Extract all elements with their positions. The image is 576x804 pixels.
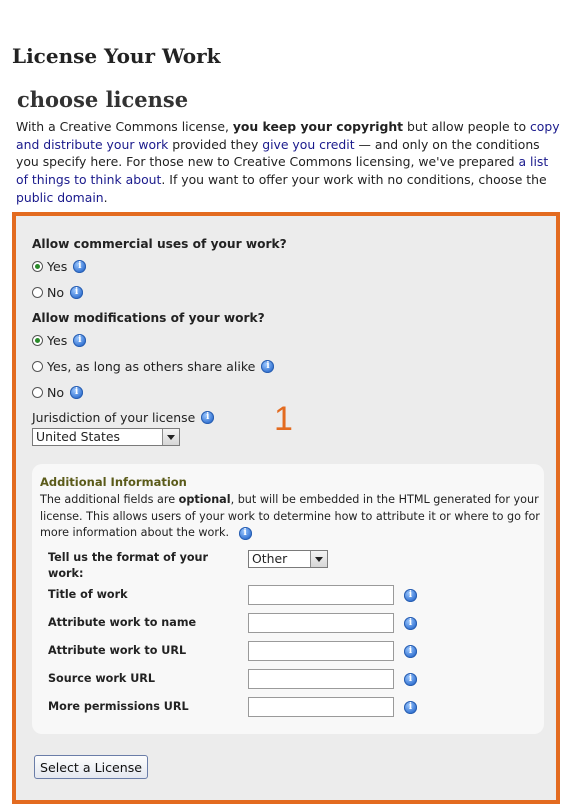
additional-information-title: Additional Information xyxy=(40,475,187,489)
info-icon[interactable]: i xyxy=(404,589,417,602)
format-select[interactable]: Other xyxy=(248,550,328,568)
page-title: License Your Work xyxy=(12,44,221,68)
more-permissions-url-input[interactable] xyxy=(248,697,394,717)
info-icon[interactable]: i xyxy=(404,617,417,630)
source-work-url-input[interactable] xyxy=(248,669,394,689)
jurisdiction-label-row: Jurisdiction of your license i xyxy=(32,408,215,426)
modifications-share-alike-radio[interactable] xyxy=(32,360,43,372)
license-chooser-panel: Allow commercial uses of your work? Yes … xyxy=(12,212,560,804)
info-icon[interactable]: i xyxy=(73,259,87,273)
more-permissions-url-label: More permissions URL xyxy=(48,700,189,713)
intro-text: but allow people to xyxy=(403,119,530,134)
info-icon[interactable]: i xyxy=(404,673,417,686)
modifications-yes-radio[interactable] xyxy=(32,334,43,346)
title-of-work-label: Title of work xyxy=(48,588,128,601)
public-domain-link[interactable]: public domain xyxy=(16,190,104,205)
additional-information-description: The additional fields are optional, but … xyxy=(40,492,540,542)
attribute-name-label: Attribute work to name xyxy=(48,616,197,629)
modifications-share-alike-label: Yes, as long as others share alike xyxy=(47,358,256,374)
commercial-yes-radio[interactable] xyxy=(32,260,43,272)
info-icon[interactable]: i xyxy=(404,645,417,658)
commercial-yes-option[interactable]: Yes i xyxy=(32,257,87,275)
info-icon[interactable]: i xyxy=(238,526,252,540)
intro-bold: you keep your copyright xyxy=(232,119,404,134)
info-icon[interactable]: i xyxy=(70,285,84,299)
step-number: 1 xyxy=(274,400,293,438)
commercial-no-label: No xyxy=(47,284,65,300)
attribute-url-input[interactable] xyxy=(248,641,394,661)
intro-paragraph: With a Creative Commons license, you kee… xyxy=(16,118,561,207)
intro-text: . xyxy=(103,189,108,205)
commercial-no-option[interactable]: No i xyxy=(32,283,84,301)
select-license-button[interactable]: Select a License xyxy=(34,755,149,779)
jurisdiction-select[interactable]: United States xyxy=(32,428,180,446)
attribute-name-input[interactable] xyxy=(248,613,394,633)
modifications-no-label: No xyxy=(47,384,65,400)
modifications-yes-option[interactable]: Yes i xyxy=(32,331,87,349)
attribute-url-label: Attribute work to URL xyxy=(48,644,187,657)
info-icon[interactable]: i xyxy=(70,385,84,399)
modifications-question: Allow modifications of your work? xyxy=(32,311,265,325)
commercial-yes-label: Yes xyxy=(47,258,68,274)
additional-information-box: Additional Information The additional fi… xyxy=(32,464,544,734)
intro-text: . If you want to offer your work with no… xyxy=(161,172,547,188)
commercial-no-radio[interactable] xyxy=(32,286,43,298)
give-credit-link[interactable]: give you credit xyxy=(262,137,354,152)
intro-text: provided they xyxy=(168,136,263,152)
info-icon[interactable]: i xyxy=(73,333,87,347)
modifications-yes-label: Yes xyxy=(47,332,68,348)
source-work-url-label: Source work URL xyxy=(48,672,156,685)
info-icon[interactable]: i xyxy=(261,359,275,373)
jurisdiction-value: United States xyxy=(36,429,120,444)
format-label: Tell us the format of your work: xyxy=(48,551,209,580)
title-of-work-input[interactable] xyxy=(248,585,394,605)
commercial-question: Allow commercial uses of your work? xyxy=(32,237,287,251)
modifications-no-radio[interactable] xyxy=(32,386,43,398)
info-icon[interactable]: i xyxy=(201,410,215,424)
modifications-share-alike-option[interactable]: Yes, as long as others share alike i xyxy=(32,357,275,375)
section-title: choose license xyxy=(17,87,189,112)
chevron-down-icon[interactable] xyxy=(162,429,179,445)
jurisdiction-label: Jurisdiction of your license xyxy=(32,409,196,425)
description-bold: optional xyxy=(178,493,231,506)
format-value: Other xyxy=(252,551,288,566)
info-icon[interactable]: i xyxy=(404,701,417,714)
description-text: The additional fields are xyxy=(40,493,179,506)
chevron-down-icon[interactable] xyxy=(310,551,327,567)
intro-text: With a Creative Commons license, xyxy=(16,119,233,134)
modifications-no-option[interactable]: No i xyxy=(32,383,84,401)
